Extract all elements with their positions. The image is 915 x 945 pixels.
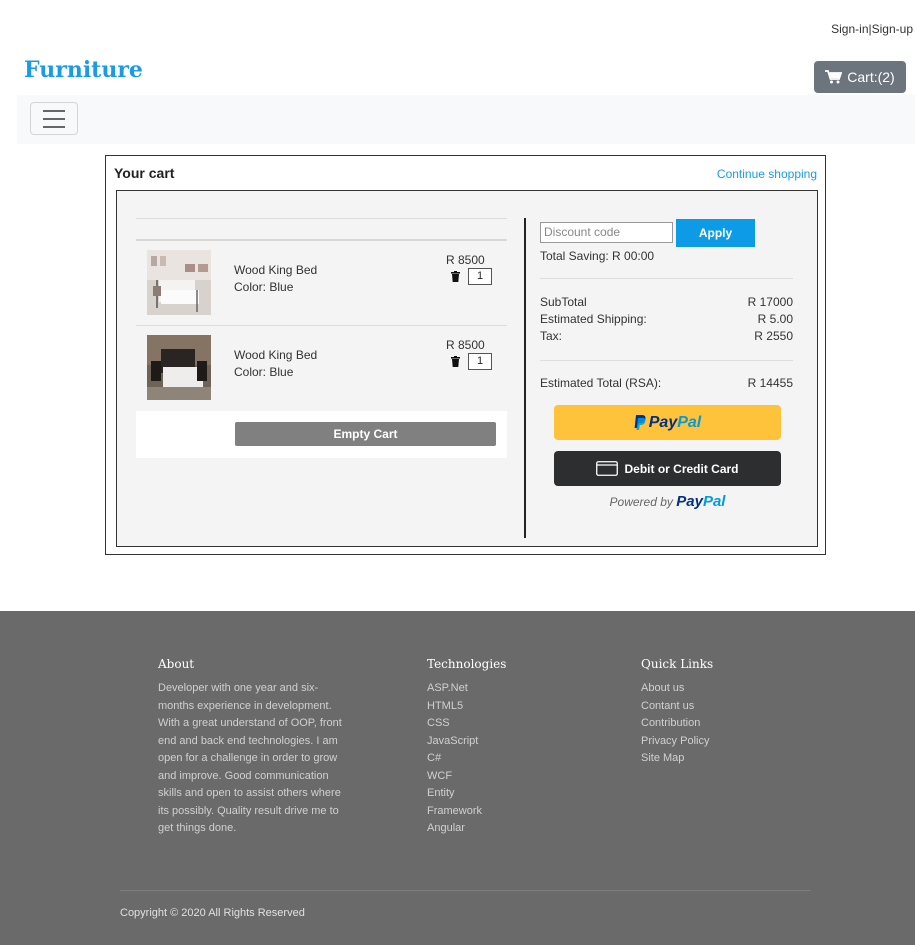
cart-item-divider [136, 325, 507, 326]
cart-item-name: Wood King Bed [234, 348, 318, 362]
brand-logo[interactable]: Furniture [24, 57, 143, 83]
paypal-p-icon [634, 415, 646, 430]
estimated-total-label: Estimated Total (RSA): [540, 376, 662, 390]
footer-technologies-list: ASP.Net HTML5 CSS JavaScript C# WCF Enti… [427, 680, 482, 838]
credit-card-icon [596, 461, 619, 476]
summary-divider [540, 278, 793, 279]
powered-paypal-pay: Pay [676, 493, 703, 510]
discount-code-input[interactable]: Discount code [540, 222, 673, 243]
cart-item-image [147, 250, 211, 320]
hamburger-bar [43, 125, 65, 128]
tax-value: R 2550 [754, 329, 793, 343]
cart-item-name: Wood King Bed [234, 263, 318, 277]
hamburger-menu-button[interactable] [30, 102, 78, 135]
copyright-text: Copyright © 2020 All Rights Reserved [120, 907, 305, 919]
summary-divider [540, 360, 793, 361]
shipping-value: R 5.00 [757, 312, 793, 326]
empty-cart-button[interactable]: Empty Cart [235, 422, 496, 446]
trash-icon[interactable] [451, 356, 460, 367]
footer-tech-item: JavaScript [427, 734, 479, 747]
footer-technologies-title: Technologies [427, 657, 507, 671]
cart-button[interactable]: Cart:(2) [814, 61, 906, 93]
footer-tech-item: C# [427, 752, 442, 764]
apply-button[interactable]: Apply [676, 219, 755, 247]
footer-tech-item: Framework [427, 804, 483, 817]
navbar [17, 95, 915, 144]
auth-links: Sign-in|Sign-up [831, 22, 913, 36]
card-button-label: Debit or Credit Card [624, 461, 739, 476]
quantity-input[interactable]: 1 [468, 268, 492, 285]
sign-up-link[interactable]: Sign-up [872, 22, 913, 36]
footer-link-about-us[interactable]: About us [641, 680, 709, 698]
cart-item-color: Color: Blue [234, 365, 294, 379]
powered-paypal-pal: Pal [702, 493, 726, 510]
paypal-button[interactable]: Pay Pal [554, 405, 781, 440]
footer-tech-item: HTML5 [427, 699, 464, 712]
footer-about-title: About [158, 657, 195, 671]
hamburger-bar [43, 117, 65, 120]
sign-in-link[interactable]: Sign-in [831, 22, 868, 36]
footer-about-text: Developer with one year and six-months e… [158, 682, 342, 834]
subtotal-value: R 17000 [747, 295, 793, 309]
hamburger-menu-icon [43, 109, 65, 112]
footer-link-privacy-policy[interactable]: Privacy Policy [641, 733, 709, 751]
paypal-logo-pal: Pal [677, 413, 702, 431]
cart-item-price: R 8500 [446, 338, 485, 352]
footer-divider [120, 890, 811, 891]
cart-item-color: Color: Blue [234, 280, 294, 294]
powered-by-paypal: Powered by PayPal [554, 493, 781, 510]
cart-count-label: Cart:(2) [847, 69, 895, 85]
trash-icon[interactable] [451, 271, 460, 282]
cart-header-line [136, 218, 507, 219]
cart-header-line [136, 239, 507, 241]
shipping-label: Estimated Shipping: [540, 312, 647, 326]
footer-tech-item: CSS [427, 717, 450, 729]
paypal-logo-pay: Pay [648, 413, 678, 431]
tax-label: Tax: [540, 329, 563, 343]
bed-photo [147, 250, 211, 315]
powered-by-text: Powered by [609, 495, 673, 509]
footer-tech-item: ASP.Net [427, 682, 468, 694]
footer-quick-links-list: About us Contant us Contribution Privacy… [641, 680, 709, 768]
debit-credit-card-button[interactable]: Debit or Credit Card [554, 451, 781, 486]
footer-tech-item: Entity [427, 787, 455, 799]
footer-link-contribution[interactable]: Contribution [641, 715, 709, 733]
column-divider [524, 218, 526, 538]
footer-link-contact-us[interactable]: Contant us [641, 698, 709, 716]
cart-item-details: Wood King Bed Color: Blue [234, 262, 317, 296]
shopping-cart-icon [825, 70, 843, 84]
total-saving: Total Saving: R 00:00 [540, 249, 655, 263]
continue-shopping-link[interactable]: Continue shopping [717, 167, 817, 181]
cart-item-details: Wood King Bed Color: Blue [234, 347, 317, 381]
cart-title: Your cart [114, 165, 175, 181]
cart-item-image [147, 335, 211, 405]
footer-tech-item: WCF [427, 769, 453, 782]
quantity-input[interactable]: 1 [468, 353, 492, 370]
bed-photo [147, 335, 211, 400]
footer-link-site-map[interactable]: Site Map [641, 750, 709, 768]
footer-tech-item: Angular [427, 822, 465, 834]
estimated-total-value: R 14455 [747, 376, 793, 390]
cart-item-price: R 8500 [446, 253, 485, 267]
subtotal-label: SubTotal [540, 295, 587, 309]
footer-quick-links-title: Quick Links [641, 657, 714, 671]
